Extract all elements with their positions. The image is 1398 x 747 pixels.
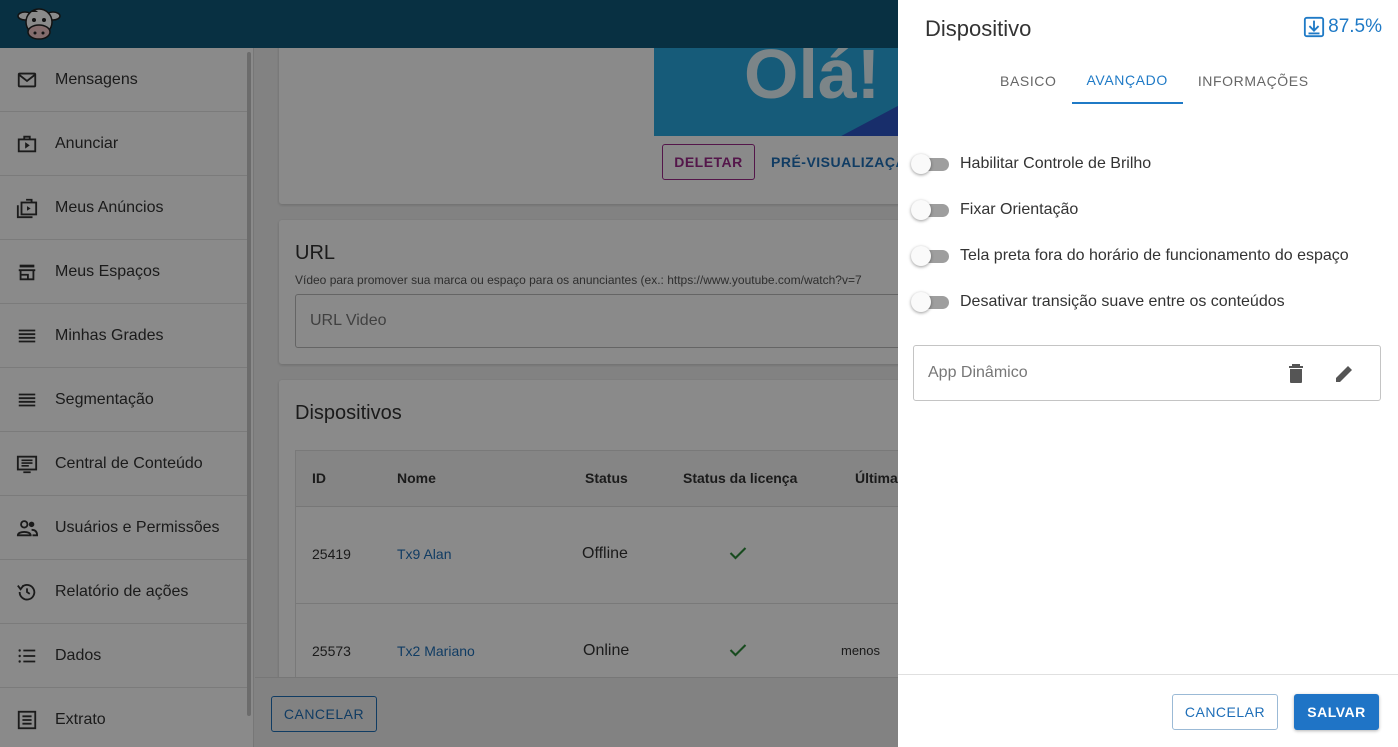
tab-informacoes[interactable]: INFORMAÇÕES: [1183, 58, 1324, 104]
toggle-brilho[interactable]: Habilitar Controle de Brilho: [911, 149, 1151, 179]
tab-avancado[interactable]: AVANÇADO: [1071, 58, 1183, 104]
cancel-button[interactable]: CANCELAR: [1172, 694, 1278, 730]
drawer-title: Dispositivo: [925, 16, 1032, 41]
download-icon: [1304, 16, 1325, 38]
toggle-label: Desativar transição suave entre os conte…: [960, 293, 1285, 310]
trash-icon[interactable]: [1284, 362, 1308, 386]
tela-preta-switch[interactable]: [911, 246, 949, 266]
toggle-tela-preta[interactable]: Tela preta fora do horário de funcioname…: [911, 241, 1349, 271]
brilho-switch[interactable]: [911, 154, 949, 174]
device-drawer: Dispositivo 87.5% BASICO AVANÇADO INFORM…: [898, 0, 1398, 747]
download-progress: 87.5%: [1303, 16, 1382, 38]
download-progress-value: 87.5%: [1328, 16, 1382, 37]
toggle-label: Tela preta fora do horário de funcioname…: [960, 247, 1349, 264]
orientacao-switch[interactable]: [911, 200, 949, 220]
transicao-switch[interactable]: [911, 292, 949, 312]
toggle-orientacao[interactable]: Fixar Orientação: [911, 195, 1078, 225]
pencil-icon[interactable]: [1332, 362, 1356, 386]
toggle-transicao[interactable]: Desativar transição suave entre os conte…: [911, 287, 1285, 317]
toggle-label: Habilitar Controle de Brilho: [960, 155, 1152, 172]
toggle-label: Fixar Orientação: [960, 201, 1079, 218]
modal-backdrop[interactable]: [0, 0, 898, 747]
drawer-footer: CANCELAR SALVAR: [898, 674, 1398, 747]
app-dinamico-placeholder: App Dinâmico: [928, 364, 1028, 381]
app-dinamico-field[interactable]: App Dinâmico: [913, 345, 1381, 401]
drawer-tabs: BASICO AVANÇADO INFORMAÇÕES: [985, 58, 1324, 104]
tab-basico[interactable]: BASICO: [985, 58, 1072, 104]
save-button[interactable]: SALVAR: [1294, 694, 1379, 730]
